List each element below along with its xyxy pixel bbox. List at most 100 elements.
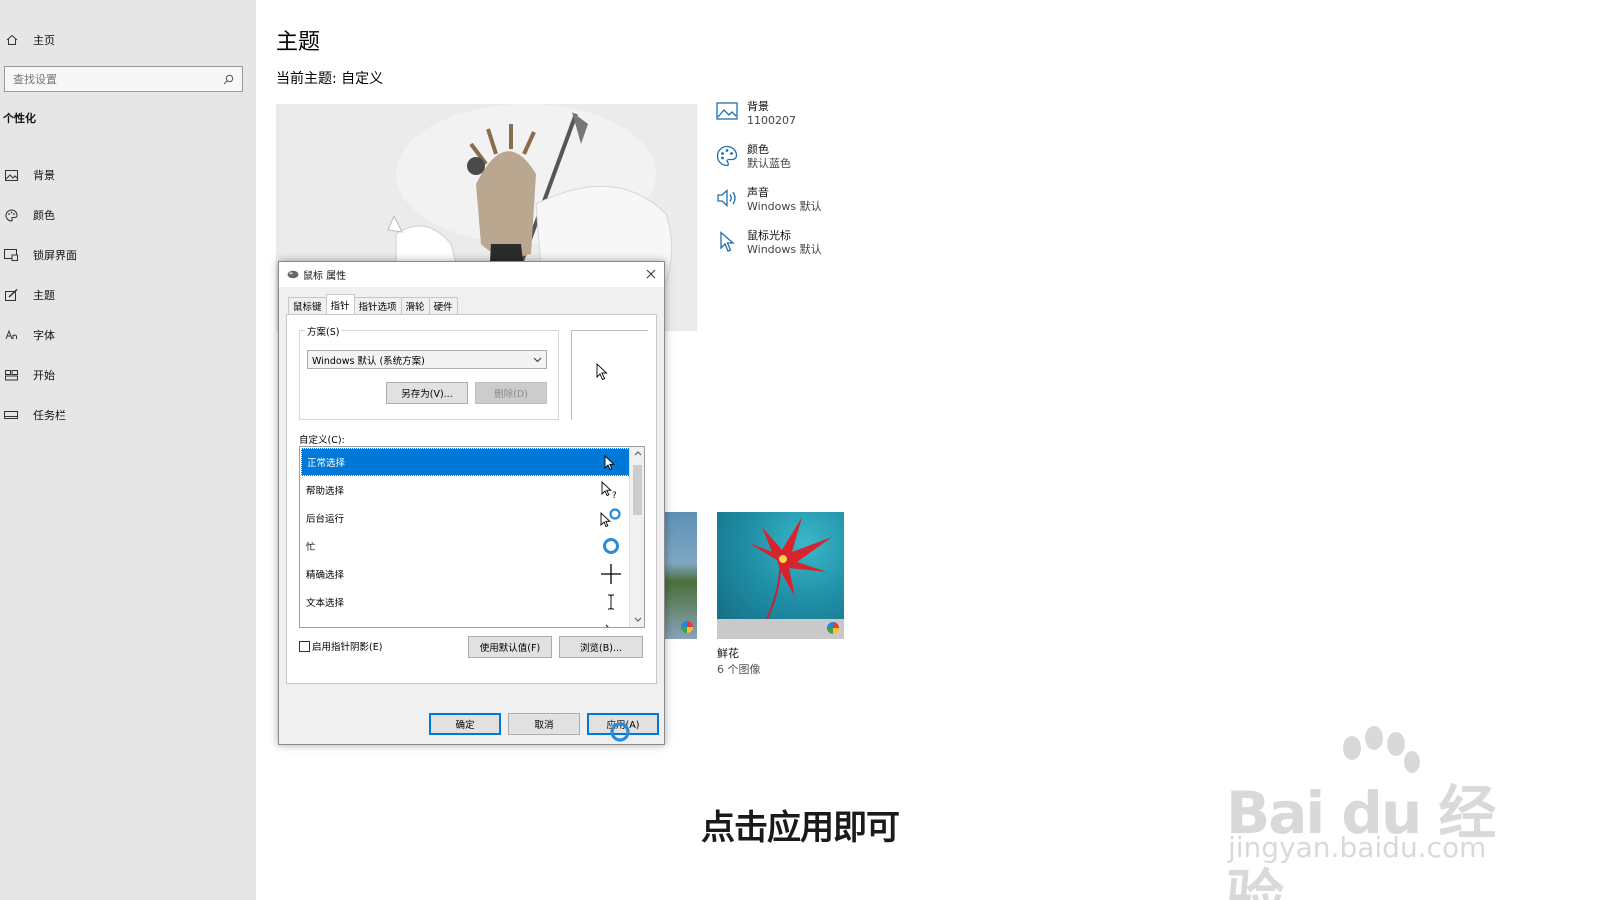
cursor-row-label: 正常选择 <box>307 458 346 469</box>
browse-button[interactable]: 浏览(B)... <box>559 636 643 658</box>
home-label: 主页 <box>33 34 55 47</box>
sidebar-item-label: 主题 <box>33 289 55 302</box>
prop-label: 背景 <box>747 100 769 113</box>
sidebar-item-start[interactable]: 开始 <box>0 355 256 395</box>
theme-image-count: 6 个图像 <box>717 663 761 676</box>
pointer-shadow-checkbox[interactable]: 启用指针阴影(E) <box>299 639 382 653</box>
dialog-tabs: 鼠标键 指针 指针选项 滑轮 硬件 <box>288 294 458 314</box>
color-wheel-icon <box>681 621 693 633</box>
palette-icon <box>4 208 18 222</box>
mouse-icon <box>287 270 299 280</box>
list-item[interactable]: 帮助选择 ? <box>301 476 630 504</box>
prop-mouse-cursor[interactable]: 鼠标光标 Windows 默认 <box>715 229 822 272</box>
tab-wheel[interactable]: 滑轮 <box>400 297 430 314</box>
theme-thumbnail-partial[interactable] <box>664 512 697 639</box>
checkbox-box[interactable] <box>299 640 310 652</box>
color-wheel-icon <box>827 622 839 634</box>
list-item[interactable]: 正常选择 <box>301 448 630 476</box>
scheme-group <box>299 330 559 420</box>
sidebar-item-taskbar[interactable]: 任务栏 <box>0 395 256 435</box>
font-icon <box>4 328 18 342</box>
mouse-properties-dialog: 鼠标 属性 鼠标键 指针 指针选项 滑轮 硬件 方案(S) Windows 默认… <box>278 261 665 745</box>
cursor-list[interactable]: 正常选择 帮助选择 ? 后台运行 忙 精确选择 文本选择 <box>299 446 645 628</box>
thumbnail-strip <box>717 619 844 639</box>
flower-image <box>717 512 844 620</box>
prop-color[interactable]: 颜色 默认蓝色 <box>715 143 822 186</box>
theme-properties: 背景 1100207 颜色 默认蓝色 声音 Windows 默认 鼠标光标 Window… <box>715 100 822 272</box>
scroll-up-icon[interactable] <box>633 449 642 458</box>
ok-button[interactable]: 确定 <box>429 713 501 735</box>
sidebar-item-colors[interactable]: 颜色 <box>0 195 256 235</box>
list-item[interactable]: 后台运行 <box>301 504 630 532</box>
cursor-preview <box>571 330 648 420</box>
cursor-icon <box>715 231 739 255</box>
home-icon <box>5 33 19 47</box>
close-button[interactable] <box>644 267 658 281</box>
cancel-button[interactable]: 取消 <box>508 713 580 735</box>
tab-pointers[interactable]: 指针 <box>325 294 355 314</box>
scroll-down-icon[interactable] <box>633 615 642 624</box>
prop-background[interactable]: 背景 1100207 <box>715 100 822 143</box>
sidebar: 主页 个性化 背景 颜色 锁屏界面 主题 字体 开始 <box>0 0 256 900</box>
pointers-panel: 方案(S) Windows 默认 (系统方案) 另存为(V)... 删除(D) … <box>286 314 657 684</box>
custom-label: 自定义(C): <box>299 435 345 446</box>
busy-cursor-icon <box>610 722 630 742</box>
arrow-cursor-preview-icon <box>596 363 608 381</box>
speaker-icon <box>715 188 739 212</box>
unavailable-cursor-icon <box>600 619 622 627</box>
list-item[interactable]: 忙 <box>301 532 630 560</box>
help-cursor-icon: ? <box>600 479 622 501</box>
watermark-url: jingyan.baidu.com <box>1228 831 1487 864</box>
sidebar-home[interactable]: 主页 <box>5 30 55 50</box>
close-icon <box>646 269 656 279</box>
page-title: 主题 <box>276 30 321 55</box>
prop-label: 颜色 <box>747 143 769 156</box>
list-item[interactable]: 文本选择 <box>301 588 630 616</box>
baidu-jingyan-watermark: Bai du 经验 jingyan.baidu.com <box>1226 726 1526 900</box>
sidebar-item-themes[interactable]: 主题 <box>0 275 256 315</box>
prop-value: 1100207 <box>747 114 796 127</box>
flower-art <box>747 517 832 620</box>
sidebar-item-fonts[interactable]: 字体 <box>0 315 256 355</box>
list-item[interactable]: 精确选择 <box>301 560 630 588</box>
search-icon[interactable] <box>220 71 236 87</box>
tab-pointer-options[interactable]: 指针选项 <box>353 297 402 314</box>
scheme-value: Windows 默认 (系统方案) <box>312 355 425 367</box>
scheme-legend: 方案(S) <box>305 324 342 338</box>
prop-value: 默认蓝色 <box>747 157 791 170</box>
cursor-row-label: 文本选择 <box>306 598 345 609</box>
lock-screen-icon <box>4 248 18 262</box>
crosshair-cursor-icon <box>600 563 622 585</box>
list-item-partial[interactable] <box>301 616 630 627</box>
settings-search[interactable] <box>4 66 243 92</box>
tab-hardware[interactable]: 硬件 <box>428 297 458 314</box>
prop-sound[interactable]: 声音 Windows 默认 <box>715 186 822 229</box>
arrow-cursor-icon <box>599 452 621 474</box>
sidebar-item-label: 开始 <box>33 369 55 382</box>
scrollbar-thumb[interactable] <box>633 465 642 515</box>
cursor-row-label: 精确选择 <box>306 570 345 581</box>
theme-thumbnail-flowers[interactable] <box>717 512 844 639</box>
search-input[interactable] <box>13 72 220 86</box>
use-default-button[interactable]: 使用默认值(F) <box>468 636 552 658</box>
cursor-row-label: 后台运行 <box>306 514 345 525</box>
delete-button[interactable]: 删除(D) <box>475 382 547 404</box>
dialog-title: 鼠标 属性 <box>303 271 347 282</box>
palette-icon <box>715 145 739 169</box>
sidebar-item-label: 背景 <box>33 169 55 182</box>
sidebar-item-background[interactable]: 背景 <box>0 155 256 195</box>
tab-buttons[interactable]: 鼠标键 <box>288 297 327 314</box>
save-as-button[interactable]: 另存为(V)... <box>386 382 468 404</box>
start-icon <box>4 368 18 382</box>
theme-icon <box>4 288 18 302</box>
sidebar-item-lock-screen[interactable]: 锁屏界面 <box>0 235 256 275</box>
theme-name: 鲜花 <box>717 647 739 660</box>
text-cursor-icon <box>600 591 622 613</box>
scheme-dropdown[interactable]: Windows 默认 (系统方案) <box>307 350 547 369</box>
current-theme-label: 当前主题: 自定义 <box>276 71 384 87</box>
prop-label: 声音 <box>747 186 769 199</box>
list-scrollbar[interactable] <box>629 447 644 627</box>
sidebar-item-label: 字体 <box>33 329 55 342</box>
sidebar-nav: 背景 颜色 锁屏界面 主题 字体 开始 任务栏 <box>0 155 256 435</box>
dialog-titlebar[interactable]: 鼠标 属性 <box>279 262 664 287</box>
